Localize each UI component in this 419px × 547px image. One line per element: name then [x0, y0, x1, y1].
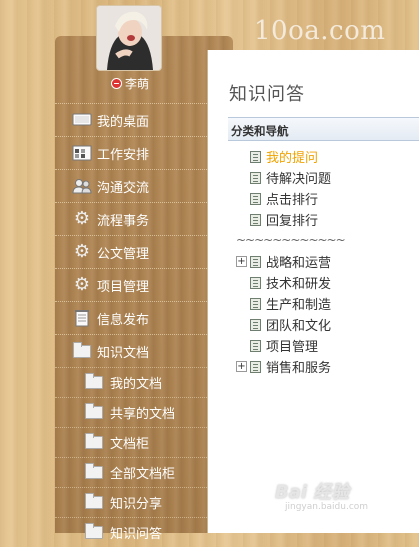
site-watermark: 10oa.com	[254, 16, 386, 46]
tree-link-label: 待解决问题	[266, 172, 332, 187]
menu-item-knowledge-docs[interactable]: 知识文档	[55, 334, 207, 367]
baidu-watermark: Bai 经验 jingyan.baidu.com	[275, 478, 368, 512]
tree-category-strategy[interactable]: + 战略和运营	[228, 251, 419, 272]
submenu-item-label: 全部文档柜	[110, 467, 176, 482]
menu-item-label: 信息发布	[97, 312, 150, 328]
folder-icon	[85, 433, 105, 451]
submenu-item-knowledge-share[interactable]: 知识分享	[55, 487, 207, 517]
tree-link-reply-ranking[interactable]: 回复排行	[228, 209, 419, 230]
tree-link-label: 回复排行	[266, 214, 319, 229]
document-icon	[250, 339, 261, 352]
tree-category-label: 销售和服务	[266, 361, 332, 376]
baidu-brand: Bai 经验	[275, 482, 350, 503]
menu-item-info-publish[interactable]: 信息发布	[55, 301, 207, 334]
document-icon	[250, 171, 261, 184]
menu-item-document-management[interactable]: ⚙ 公文管理	[55, 235, 207, 268]
submenu-item-label: 共享的文档	[110, 407, 176, 422]
tree-category-label: 团队和文化	[266, 319, 332, 334]
tree-link-click-ranking[interactable]: 点击排行	[228, 188, 419, 209]
notepad-icon	[71, 309, 93, 327]
folder-icon	[71, 341, 93, 360]
tree-category-team[interactable]: 团队和文化	[228, 314, 419, 335]
menu-item-desktop[interactable]: 我的桌面	[55, 103, 207, 136]
submenu-item-shared-docs[interactable]: 共享的文档	[55, 397, 207, 427]
calendar-icon	[71, 144, 93, 162]
submenu-item-label: 我的文档	[110, 377, 163, 392]
menu-item-label: 沟通交流	[97, 180, 150, 196]
user-name-area[interactable]: 李萌	[111, 75, 149, 92]
folder-icon	[85, 373, 105, 391]
content-panel: 知识问答 分类和导航 我的提问 待解决问题 点击排行 回复排行 ~~~~~~~~…	[207, 50, 419, 533]
gear-icon: ⚙	[73, 274, 91, 295]
status-icon	[111, 78, 122, 89]
menu-item-workflow[interactable]: ⚙ 流程事务	[55, 202, 207, 235]
main-menu: 我的桌面 工作安排 沟通交流 ⚙ 流程事务 ⚙ 公文管理 ⚙ 项目管理 信息发布…	[55, 103, 207, 547]
folder-icon	[85, 403, 105, 421]
menu-item-label: 项目管理	[97, 279, 150, 295]
people-icon	[71, 177, 93, 195]
menu-item-label: 知识文档	[97, 345, 150, 361]
folder-icon	[85, 493, 105, 511]
tree-category-project[interactable]: 项目管理	[228, 335, 419, 356]
menu-item-work-schedule[interactable]: 工作安排	[55, 136, 207, 169]
monitor-icon	[71, 111, 93, 129]
category-tree: 我的提问 待解决问题 点击排行 回复排行 ~~~~~~~~~~~~ + 战略和运…	[228, 146, 419, 377]
menu-item-project-management[interactable]: ⚙ 项目管理	[55, 268, 207, 301]
user-name: 李萌	[125, 77, 150, 91]
submenu-item-knowledge-qa[interactable]: 知识问答	[55, 517, 207, 547]
expand-icon[interactable]: +	[236, 361, 247, 372]
folder-icon	[85, 463, 105, 481]
separator: ~~~~~~~~~~~~	[236, 233, 346, 247]
avatar[interactable]	[96, 5, 162, 71]
document-icon	[250, 360, 261, 373]
menu-item-label: 公文管理	[97, 246, 150, 262]
baidu-url: jingyan.baidu.com	[285, 502, 369, 512]
menu-item-label: 我的桌面	[97, 114, 150, 130]
document-icon	[250, 255, 261, 268]
tree-category-label: 生产和制造	[266, 298, 332, 313]
menu-item-communication[interactable]: 沟通交流	[55, 169, 207, 202]
tree-link-label: 我的提问	[266, 151, 319, 166]
document-icon	[250, 192, 261, 205]
tree-category-sales[interactable]: + 销售和服务	[228, 356, 419, 377]
tree-category-tech[interactable]: 技术和研发	[228, 272, 419, 293]
submenu-item-all-cabinets[interactable]: 全部文档柜	[55, 457, 207, 487]
submenu-item-label: 知识分享	[110, 497, 163, 512]
submenu-item-my-docs[interactable]: 我的文档	[55, 367, 207, 397]
gear-icon: ⚙	[73, 241, 91, 262]
tree-link-pending[interactable]: 待解决问题	[228, 167, 419, 188]
document-icon	[250, 150, 261, 163]
tree-category-label: 技术和研发	[266, 277, 332, 292]
document-icon	[250, 276, 261, 289]
tree-link-my-questions[interactable]: 我的提问	[228, 146, 419, 167]
page-title: 知识问答	[229, 84, 305, 105]
document-icon	[250, 213, 261, 226]
expand-icon[interactable]: +	[236, 256, 247, 267]
tree-category-production[interactable]: 生产和制造	[228, 293, 419, 314]
tree-category-label: 项目管理	[266, 340, 319, 355]
menu-item-label: 流程事务	[97, 213, 150, 229]
submenu-item-doc-cabinet[interactable]: 文档柜	[55, 427, 207, 457]
gear-icon: ⚙	[73, 208, 91, 229]
tree-category-label: 战略和运营	[266, 256, 332, 271]
tree-link-label: 点击排行	[266, 193, 319, 208]
submenu-item-label: 文档柜	[110, 437, 150, 452]
menu-item-label: 工作安排	[97, 147, 150, 163]
document-icon	[250, 318, 261, 331]
section-header: 分类和导航	[228, 117, 419, 141]
document-icon	[250, 297, 261, 310]
